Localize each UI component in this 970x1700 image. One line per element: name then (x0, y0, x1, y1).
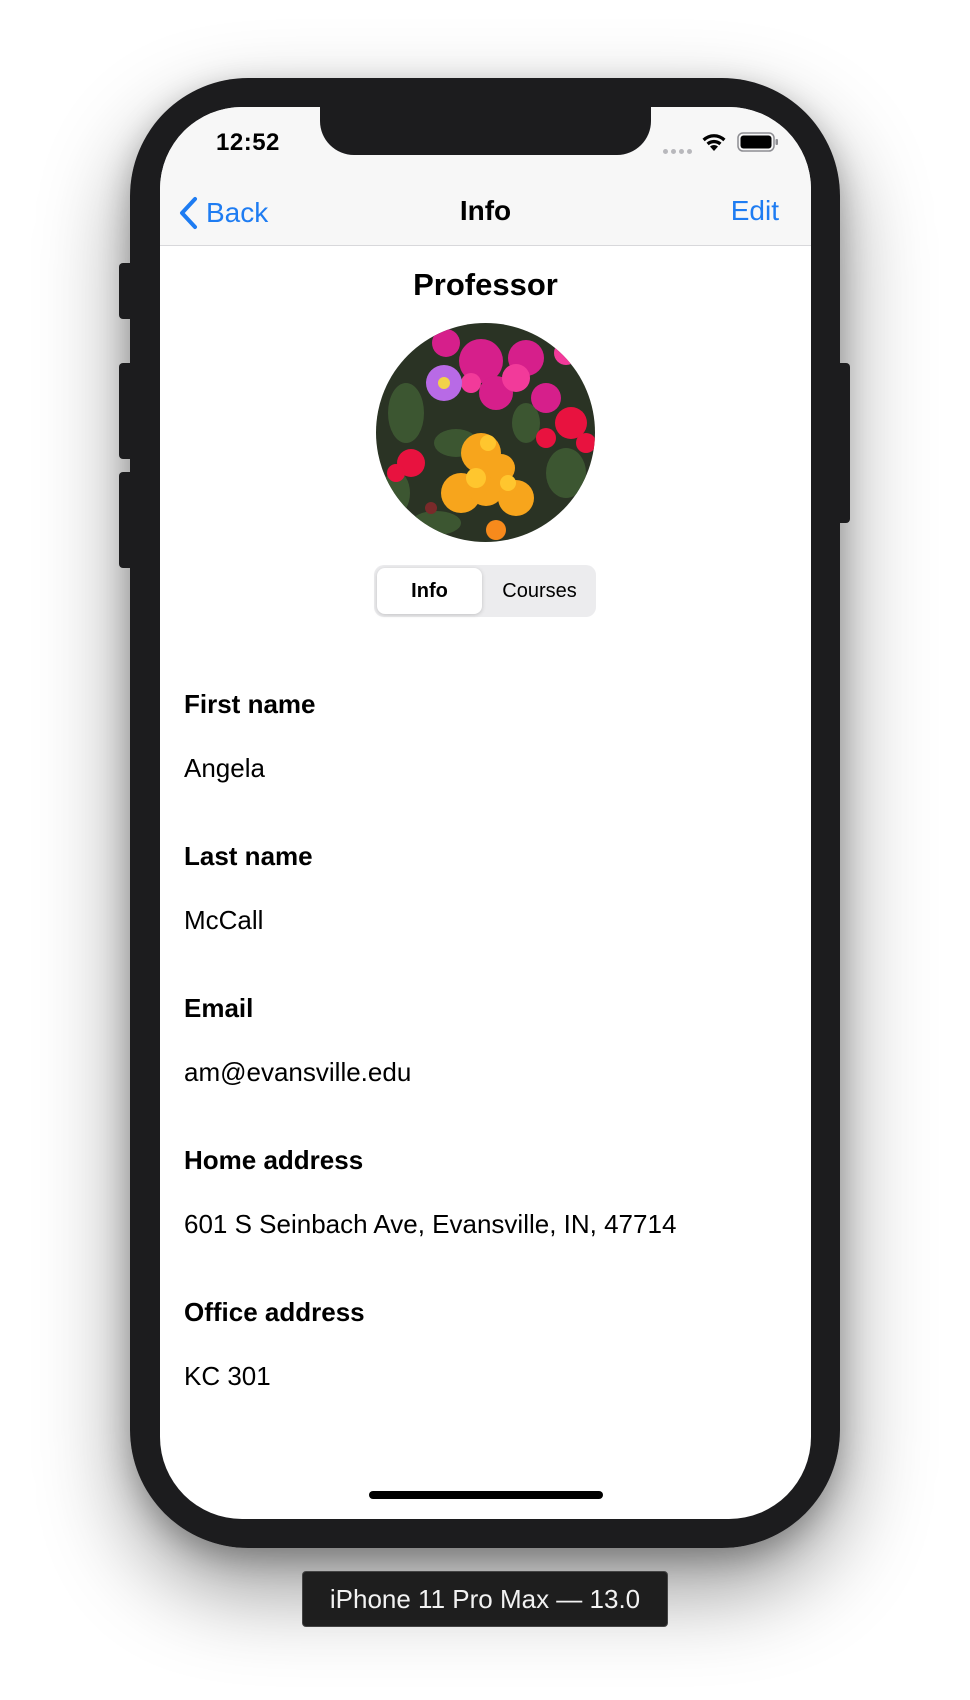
nav-title: Info (459, 195, 512, 226)
office-address-label: Office address (184, 1297, 365, 1327)
first-name-value: Angela (184, 753, 265, 783)
battery-icon (737, 132, 778, 152)
avatar (376, 323, 595, 542)
segment-info[interactable]: Info (377, 568, 482, 614)
home-indicator[interactable] (369, 1491, 603, 1499)
first-name-label: First name (184, 689, 316, 719)
email-value: am@evansville.edu (184, 1057, 412, 1087)
edit-button[interactable]: Edit (731, 195, 779, 227)
home-address-label: Home address (184, 1145, 364, 1175)
signal-dots-icon (663, 149, 693, 155)
notch (320, 107, 651, 155)
segmented-control: Info Courses (374, 565, 596, 617)
avatar-photo (376, 323, 595, 542)
wifi-icon (702, 134, 726, 151)
office-address-value: KC 301 (184, 1361, 271, 1391)
last-name-label: Last name (184, 841, 313, 871)
status-time: 12:52 (216, 129, 280, 156)
last-name-value: McCall (184, 905, 264, 935)
device-screen: 12:52 Back Info Edit Professor Info Cour… (160, 107, 811, 1519)
simulator-device-label: iPhone 11 Pro Max — 13.0 (302, 1571, 668, 1627)
power-button (839, 363, 850, 523)
home-address-value: 601 S Seinbach Ave, Evansville, IN, 4771… (184, 1209, 677, 1239)
segment-courses[interactable]: Courses (486, 568, 593, 614)
email-label: Email (184, 993, 254, 1023)
profile-role-title: Professor (413, 267, 558, 302)
